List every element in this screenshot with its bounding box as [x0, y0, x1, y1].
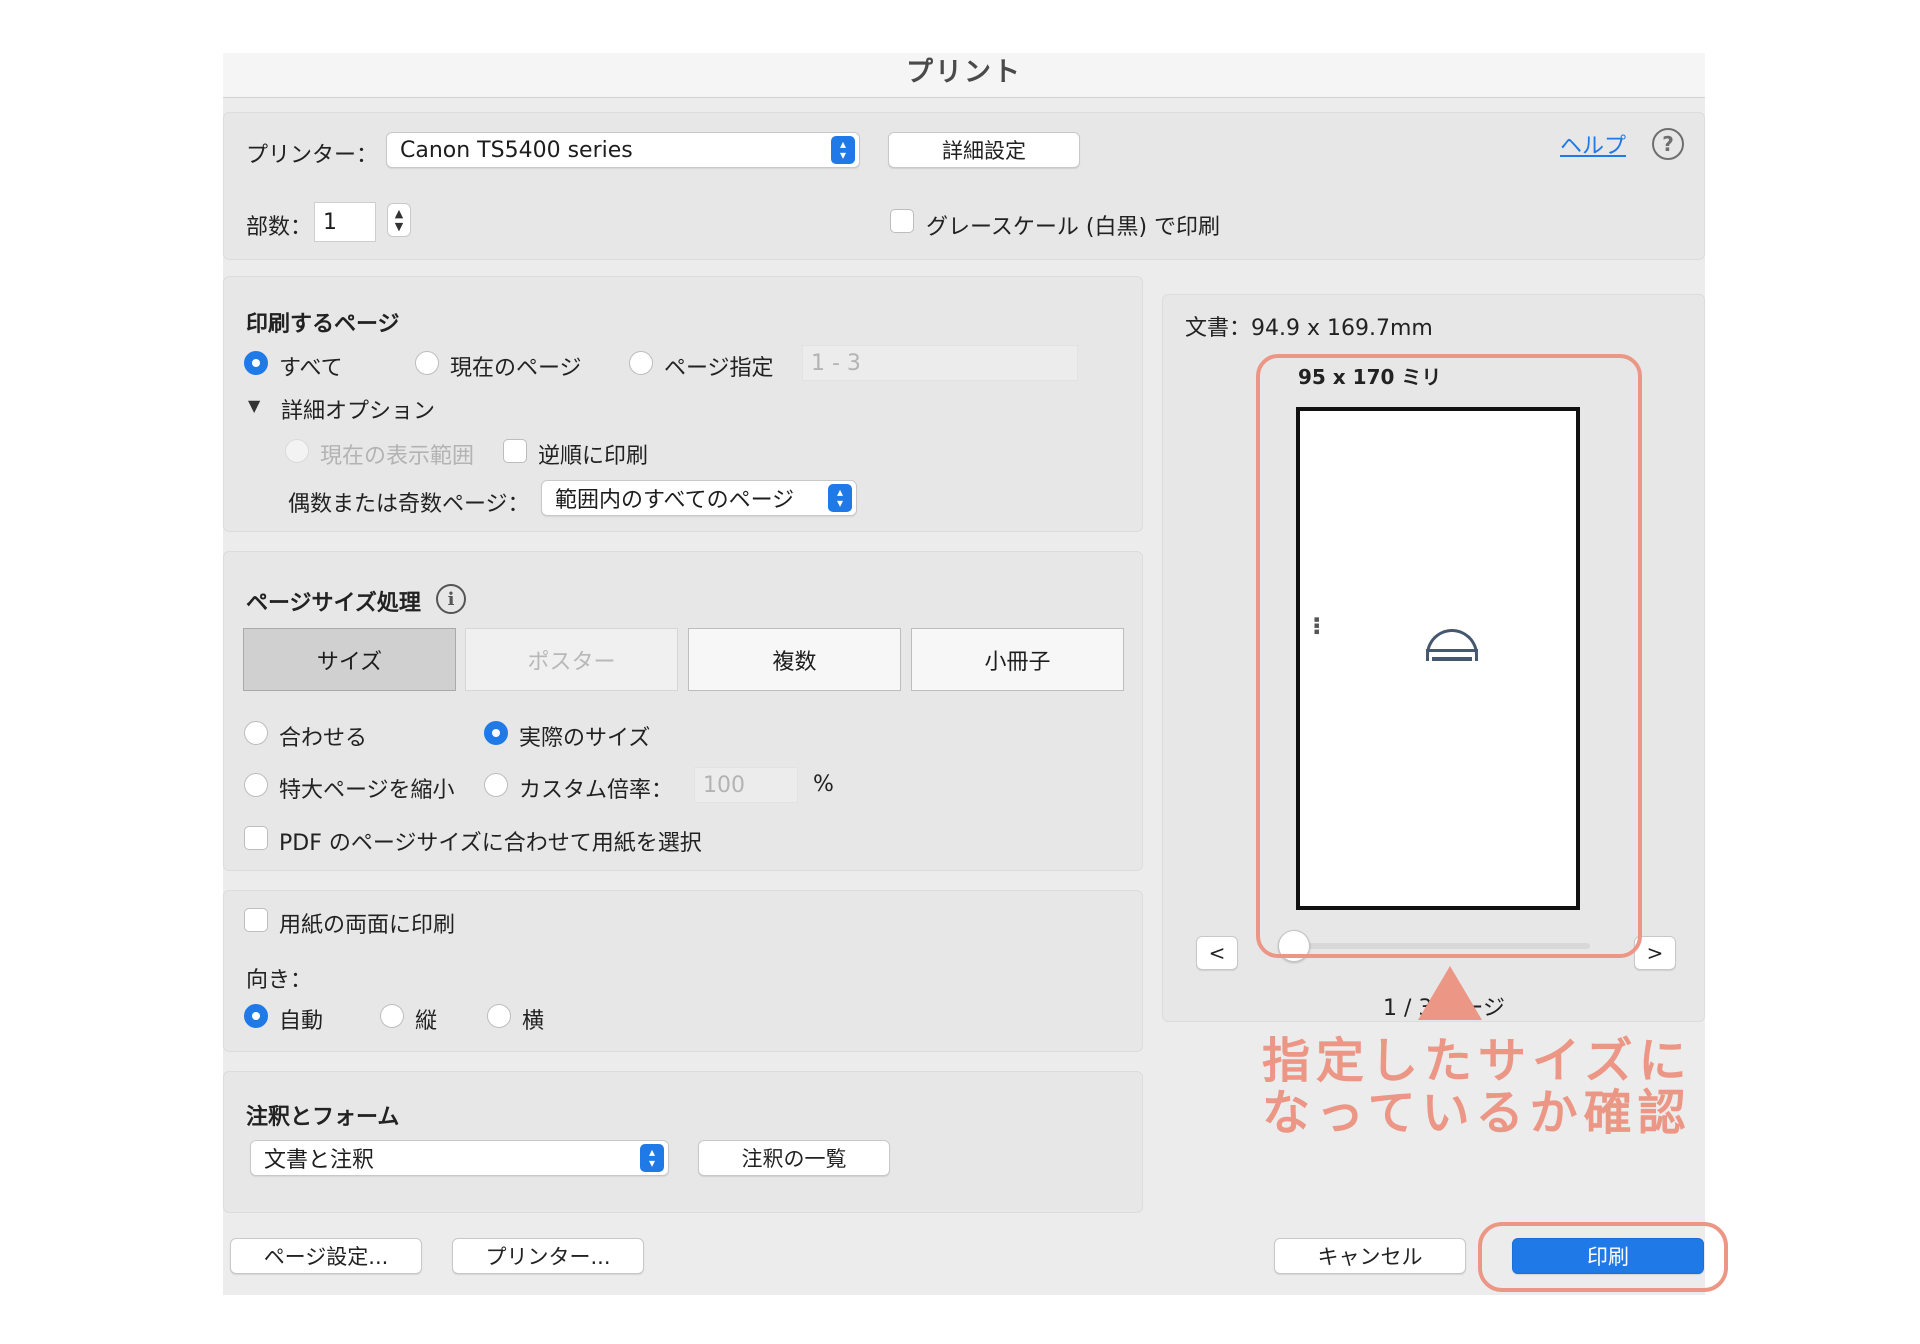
grayscale-label: グレースケール (白黒) で印刷	[926, 215, 1221, 240]
info-icon[interactable]: i	[436, 584, 466, 614]
orientation-landscape-label: 横	[522, 1009, 545, 1034]
copies-label: 部数：	[246, 215, 313, 240]
custom-scale-input[interactable]: 100	[694, 767, 798, 803]
orientation-auto-label: 自動	[279, 1009, 324, 1034]
pages-current-radio[interactable]	[415, 351, 439, 375]
page-sizing-heading: ページサイズ処理	[246, 591, 421, 616]
both-sides-label: 用紙の両面に印刷	[279, 913, 456, 938]
pages-range-label: ページ指定	[664, 356, 774, 381]
callout-arrow-icon	[1418, 966, 1482, 1020]
callout-preview-frame	[1256, 354, 1642, 958]
odd-even-label: 偶数または奇数ページ：	[288, 492, 530, 517]
pages-range-radio[interactable]	[629, 351, 653, 375]
orientation-portrait-label: 縦	[415, 1009, 438, 1034]
current-view-radio	[285, 439, 309, 463]
callout-print-frame	[1478, 1222, 1728, 1292]
actual-size-radio[interactable]	[484, 721, 508, 745]
pages-all-radio[interactable]	[244, 351, 268, 375]
odd-even-select[interactable]: 範囲内のすべてのページ ▴ ▾	[541, 480, 857, 516]
actual-size-label: 実際のサイズ	[519, 726, 651, 751]
custom-scale-radio[interactable]	[484, 773, 508, 797]
pages-range-input[interactable]: 1 - 3	[802, 345, 1078, 381]
help-icon[interactable]: ?	[1652, 128, 1684, 160]
tab-multiple[interactable]: 複数	[688, 628, 901, 691]
percent-label: %	[813, 772, 834, 797]
prev-page-button[interactable]: <	[1196, 936, 1238, 970]
callout-text-line1: 指定したサイズに	[1262, 1033, 1693, 1089]
orientation-label: 向き：	[246, 968, 313, 993]
select-arrows-icon: ▴ ▾	[828, 484, 852, 512]
shrink-radio[interactable]	[244, 773, 268, 797]
disclosure-triangle-icon[interactable]: ▼	[248, 396, 260, 415]
printer-label: プリンター：	[246, 143, 379, 168]
annotations-summary-button[interactable]: 注釈の一覧	[698, 1140, 890, 1176]
pages-all-label: すべて	[279, 356, 343, 381]
shrink-label: 特大ページを縮小	[279, 778, 455, 803]
grayscale-checkbox[interactable]	[890, 209, 914, 233]
dialog-title: プリント	[906, 57, 1022, 88]
tab-poster[interactable]: ポスター	[465, 628, 678, 691]
document-size-label: 文書：94.9 x 169.7mm	[1185, 316, 1433, 341]
odd-even-value: 範囲内のすべてのページ	[555, 488, 795, 513]
choose-paper-label: PDF のページサイズに合わせて用紙を選択	[279, 831, 702, 856]
pages-heading: 印刷するページ	[246, 312, 400, 337]
select-arrows-icon: ▴ ▾	[831, 136, 855, 164]
callout-text-line2: なっているか確認	[1262, 1085, 1692, 1141]
cancel-button[interactable]: キャンセル	[1274, 1238, 1466, 1274]
copies-stepper[interactable]: ▲ ▼	[387, 203, 411, 237]
printer-button[interactable]: プリンター...	[452, 1238, 644, 1274]
tab-booklet[interactable]: 小冊子	[911, 628, 1124, 691]
fit-label: 合わせる	[279, 726, 368, 751]
orientation-portrait-radio[interactable]	[380, 1004, 404, 1028]
copies-input[interactable]: 1	[314, 202, 376, 242]
both-sides-checkbox[interactable]	[244, 908, 268, 932]
reverse-checkbox[interactable]	[503, 439, 527, 463]
printer-select[interactable]: Canon TS5400 series ▴ ▾	[386, 132, 860, 168]
choose-paper-checkbox[interactable]	[244, 826, 268, 850]
page-setup-button[interactable]: ページ設定...	[230, 1238, 422, 1274]
fit-radio[interactable]	[244, 721, 268, 745]
annotations-select[interactable]: 文書と注釈 ▴ ▾	[250, 1140, 669, 1176]
reverse-label: 逆順に印刷	[538, 444, 649, 469]
orientation-landscape-radio[interactable]	[487, 1004, 511, 1028]
annotations-select-value: 文書と注釈	[264, 1148, 375, 1173]
pages-current-label: 現在のページ	[450, 356, 582, 381]
select-arrows-icon: ▴ ▾	[640, 1144, 664, 1172]
printer-select-value: Canon TS5400 series	[400, 137, 633, 163]
annotations-heading: 注釈とフォーム	[246, 1105, 400, 1130]
help-link[interactable]: ヘルプ	[1560, 128, 1626, 160]
more-options-toggle[interactable]: 詳細オプション	[281, 393, 435, 425]
printer-details-button[interactable]: 詳細設定	[888, 132, 1080, 168]
custom-scale-label: カスタム倍率：	[519, 778, 674, 803]
tab-size[interactable]: サイズ	[243, 628, 456, 691]
orientation-auto-radio[interactable]	[244, 1004, 268, 1028]
current-view-label: 現在の表示範囲	[320, 444, 475, 469]
